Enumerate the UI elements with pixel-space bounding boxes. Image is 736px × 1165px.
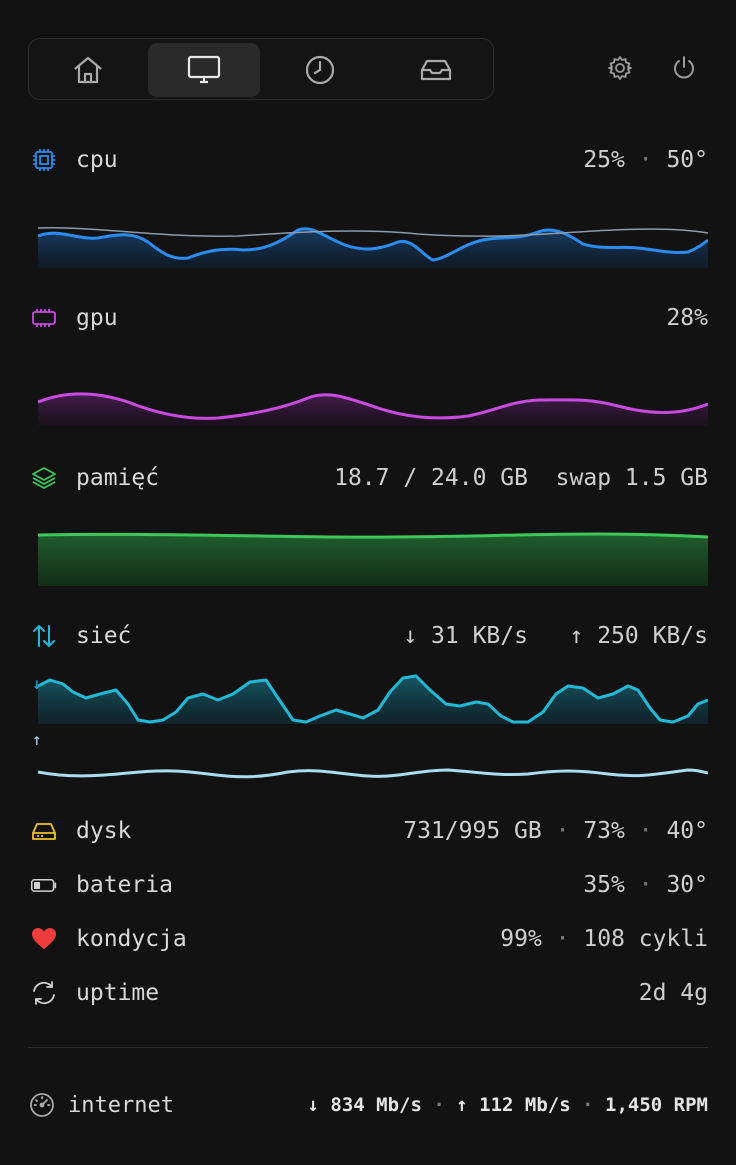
power-button[interactable] [668,52,700,84]
tab-display[interactable] [148,43,260,97]
cpu-temp-line [38,227,708,237]
disk-label: dysk [76,818,132,844]
battery-value: 35% · 30° [583,872,708,898]
battery-level [33,881,41,889]
internet-label: internet [68,1092,174,1118]
uptime-value: 2d 4g [638,980,708,1006]
internet-value: ↓ 834 Mb/s · ↑ 112 Mb/s · 1,450 RPM [308,1094,708,1116]
separator: · [555,926,570,952]
uptime-row: uptime 2d 4g [28,975,708,1011]
memory-swap: swap 1.5 GB [555,465,708,491]
cpu-row: cpu 25% · 50° [28,142,708,178]
gear-icon [608,56,632,80]
disk-temp: 40° [666,818,708,844]
disk-value: 731/995 GB · 73% · 40° [403,818,708,844]
tab-bar [28,38,494,100]
health-label: kondycja [76,926,187,952]
tab-history[interactable] [264,43,376,97]
internet-download: ↓ 834 Mb/s [307,1094,422,1116]
network-row: sieć ↓ 31 KB/s ↑ 250 KB/s [28,618,708,654]
upload-marker: ↑ [32,730,42,749]
network-upload-graph [38,768,708,779]
cpu-label: cpu [76,147,118,173]
divider [28,1047,708,1048]
network-value: ↓ 31 KB/s ↑ 250 KB/s [403,623,708,649]
separator: · [638,818,653,844]
network-label: sieć [76,623,132,649]
home-icon [74,56,102,84]
gpu-usage: 28% [666,305,708,331]
disk-used: 731/995 GB [403,818,542,844]
separator: · [638,147,653,173]
refresh-cycle-icon [28,977,60,1009]
gpu-card-icon [28,302,60,334]
network-download-graph [38,674,708,724]
memory-usage-area [38,534,708,586]
hard-drive-icon [28,815,60,847]
settings-button[interactable] [604,52,636,84]
memory-row: pamięć 18.7 / 24.0 GB swap 1.5 GB [28,460,708,496]
health-value: 99% · 108 cykli [500,926,708,952]
memory-value: 18.7 / 24.0 GB swap 1.5 GB [334,465,708,491]
power-icon [674,56,694,79]
cpu-graph [38,227,708,268]
internet-speed-row: internet ↓ 834 Mb/s · ↑ 112 Mb/s · 1,450… [28,1086,708,1124]
separator: · [555,818,570,844]
internet-upload: ↑ 112 Mb/s [456,1094,571,1116]
clock-icon [305,55,335,85]
cpu-temp: 50° [666,147,708,173]
network-download: ↓ 31 KB/s [403,623,528,649]
cpu-usage: 25% [583,147,625,173]
processor-chip-icon [28,144,60,176]
health-cycles: 108 cykli [583,926,708,952]
health-row: kondycja 99% · 108 cykli [28,921,708,957]
separator: · [638,872,653,898]
disk-percent: 73% [583,818,625,844]
battery-icon [28,869,60,901]
gpu-usage-area [38,393,708,426]
battery-temp: 30° [666,872,708,898]
gpu-graph [38,392,708,426]
heart-icon [28,923,60,955]
battery-row: bateria 35% · 30° [28,867,708,903]
network-upload-line [38,768,708,779]
network-download-area [38,676,708,724]
disk-row: dysk 731/995 GB · 73% · 40° [28,813,708,849]
battery-percent: 35% [583,872,625,898]
tab-inbox[interactable] [380,43,492,97]
layers-icon [28,462,60,494]
speedometer-icon [28,1091,56,1119]
cpu-value: 25% · 50° [583,147,708,173]
uptime-label: uptime [76,980,160,1006]
tray-icon [420,59,452,81]
network-upload: ↑ 250 KB/s [569,623,708,649]
memory-label: pamięć [76,465,160,491]
health-percent: 99% [500,926,542,952]
battery-label: bateria [76,872,173,898]
tab-home[interactable] [32,43,144,97]
gpu-label: gpu [76,305,118,331]
gpu-row: gpu 28% [28,300,708,336]
monitor-icon [187,55,221,84]
separator: · [582,1094,594,1116]
arrows-up-down-icon [28,620,60,652]
memory-graph [38,532,708,586]
memory-used: 18.7 / 24.0 GB [334,465,528,491]
fan-speed: 1,450 RPM [605,1094,708,1116]
separator: · [433,1094,445,1116]
